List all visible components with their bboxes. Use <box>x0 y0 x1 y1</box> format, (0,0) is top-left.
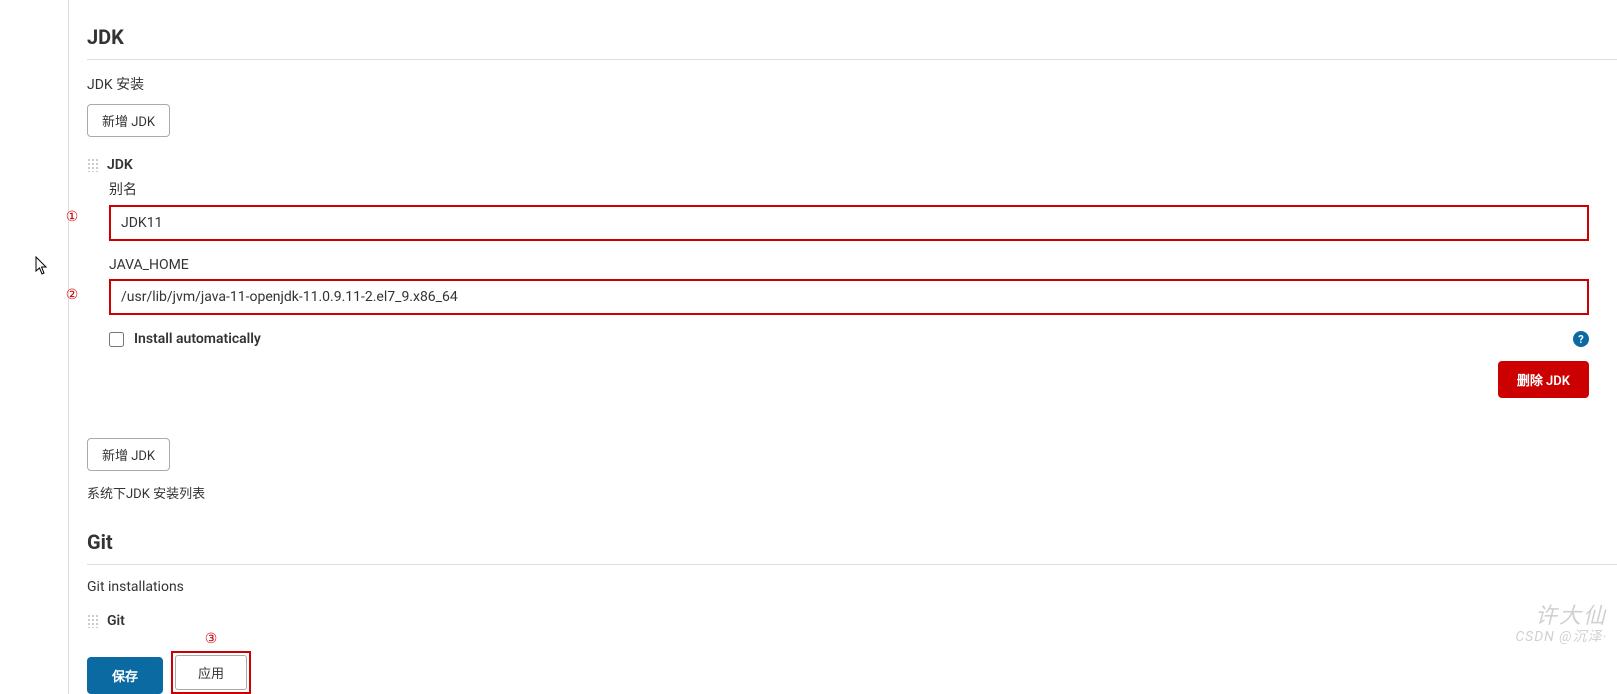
git-item-name: Git <box>107 613 125 629</box>
install-auto-checkbox[interactable] <box>109 332 124 347</box>
help-icon[interactable]: ? <box>1573 331 1589 347</box>
annotation-2: ② <box>63 287 81 303</box>
jdk-install-label: JDK 安装 <box>87 74 1617 94</box>
drag-handle-icon[interactable] <box>87 614 99 628</box>
jdk-item-name: JDK <box>107 157 133 173</box>
jdk-section-title: JDK <box>87 25 1617 60</box>
alias-label: 别名 <box>109 179 1589 199</box>
annotation-3: ③ <box>205 631 218 647</box>
git-section-title: Git <box>87 530 1617 565</box>
javahome-label: JAVA_HOME <box>109 257 1589 273</box>
install-auto-label: Install automatically <box>134 331 261 347</box>
javahome-input[interactable] <box>109 279 1589 315</box>
git-install-label: Git installations <box>87 579 1617 595</box>
add-jdk-button-lower[interactable]: 新增 JDK <box>87 438 170 471</box>
annotation-1: ① <box>63 209 81 225</box>
drag-handle-icon[interactable] <box>87 158 99 172</box>
add-jdk-button[interactable]: 新增 JDK <box>87 104 170 137</box>
mouse-cursor-icon <box>35 256 51 278</box>
apply-button[interactable]: 应用 <box>175 655 247 690</box>
alias-input[interactable] <box>109 205 1589 241</box>
jdk-list-caption: 系统下JDK 安装列表 <box>87 483 1617 502</box>
save-button[interactable]: 保存 <box>87 657 163 694</box>
jdk-install-block: JDK ① 别名 ② JAVA_HOME Install automatical… <box>87 157 1617 398</box>
delete-jdk-button[interactable]: 删除 JDK <box>1498 361 1589 398</box>
